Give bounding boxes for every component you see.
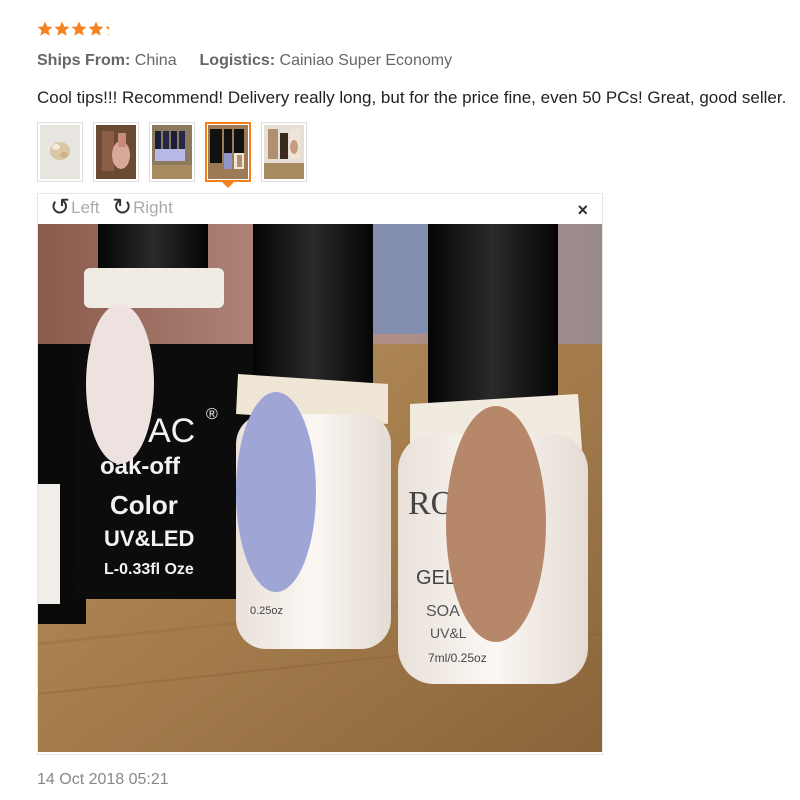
bottle-brand-text: AC [148, 412, 195, 450]
uv-led-text: UV&LED [104, 526, 194, 551]
photo-viewer: ↺ Left ↻ Right × AC ® oak-off Color UV&L… [37, 193, 603, 755]
rotate-left-button[interactable]: ↺ Left [50, 194, 100, 221]
photo-thumbnail[interactable] [93, 122, 139, 182]
photo-thumbnail[interactable] [37, 122, 83, 182]
review-text: Cool tips!!! Recommend! Delivery really … [37, 88, 787, 107]
color-text: Color [110, 490, 178, 520]
bottle-ml-text: 7ml/0.25oz [428, 651, 487, 665]
logistics-label: Logistics: [199, 52, 276, 69]
nail-polish-photo: AC ® oak-off Color UV&LED L-0.33fl Oze 0… [38, 224, 602, 752]
rotate-left-label: Left [71, 198, 100, 217]
volume-text: L-0.33fl Oze [104, 561, 194, 578]
star-icon [88, 21, 104, 37]
star-icon [71, 21, 87, 37]
registered-mark-text: ® [206, 406, 218, 423]
photo-thumbnail[interactable] [261, 122, 307, 182]
photo-thumbnail-active[interactable] [205, 122, 251, 188]
close-icon[interactable]: × [577, 200, 588, 221]
ships-from-value: China [134, 52, 177, 69]
rotate-left-icon: ↺ [50, 194, 71, 221]
photo-thumbnails [37, 122, 307, 188]
shipping-meta: Ships From: China Logistics: Cainiao Sup… [37, 52, 452, 70]
review-date: 14 Oct 2018 05:21 [37, 771, 169, 788]
logistics-value: Cainiao Super Economy [279, 52, 453, 69]
review-photo: AC ® oak-off Color UV&LED L-0.33fl Oze 0… [38, 224, 602, 752]
active-thumbnail-caret [221, 181, 235, 188]
soa-text: SOA [426, 603, 460, 620]
star-icon [54, 21, 70, 37]
uv-short-text: UV&L [430, 625, 467, 641]
bottle-ml-text-2: 0.25oz [250, 605, 283, 617]
photo-thumbnail[interactable] [149, 122, 195, 182]
rotate-right-button[interactable]: ↻ Right [112, 194, 173, 221]
viewer-toolbar: ↺ Left ↻ Right × [38, 194, 602, 224]
star-partial-icon [105, 21, 109, 37]
ships-from-label: Ships From: [37, 52, 131, 69]
star-icon [37, 21, 53, 37]
rating-stars [37, 21, 109, 37]
rotate-right-label: Right [133, 198, 173, 217]
rotate-right-icon: ↻ [112, 194, 133, 221]
